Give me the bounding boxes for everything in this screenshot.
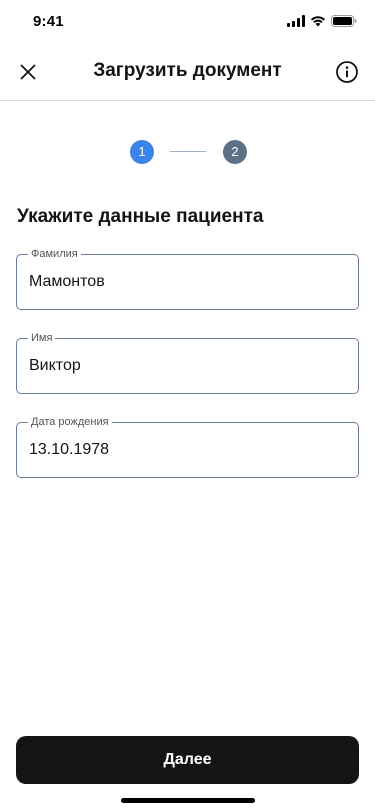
- close-icon: [20, 64, 36, 80]
- last-name-input[interactable]: Мамонтов: [29, 272, 346, 292]
- status-icons: [287, 15, 357, 27]
- step-connector: [170, 151, 206, 152]
- step-indicator-2: 2: [223, 140, 247, 164]
- next-button[interactable]: Далее: [16, 736, 359, 784]
- last-name-label: Фамилия: [28, 247, 81, 261]
- birth-date-label: Дата рождения: [28, 415, 112, 429]
- nav-header: Загрузить документ: [0, 44, 375, 101]
- first-name-field[interactable]: Имя Виктор: [16, 331, 359, 394]
- page-title: Загрузить документ: [93, 60, 282, 81]
- info-button[interactable]: [333, 58, 361, 86]
- first-name-input[interactable]: Виктор: [29, 356, 346, 376]
- birth-date-input[interactable]: 13.10.1978: [29, 440, 346, 460]
- first-name-label: Имя: [28, 331, 56, 345]
- form-title: Укажите данные пациента: [17, 206, 264, 227]
- step-indicator-1: 1: [130, 140, 154, 164]
- upload-document-screen: 9:41 Загрузить документ 1 2 Укажите данн…: [0, 0, 375, 812]
- progress-stepper: 1 2: [0, 140, 375, 164]
- close-button[interactable]: [14, 58, 42, 86]
- birth-date-field[interactable]: Дата рождения 13.10.1978: [16, 415, 359, 478]
- status-bar: 9:41: [0, 0, 375, 44]
- home-indicator: [121, 798, 255, 803]
- info-icon: [336, 61, 358, 83]
- last-name-field[interactable]: Фамилия Мамонтов: [16, 247, 359, 310]
- wifi-icon: [310, 16, 326, 27]
- cellular-signal-icon: [287, 15, 305, 27]
- battery-icon: [331, 15, 357, 27]
- status-time: 9:41: [33, 13, 64, 30]
